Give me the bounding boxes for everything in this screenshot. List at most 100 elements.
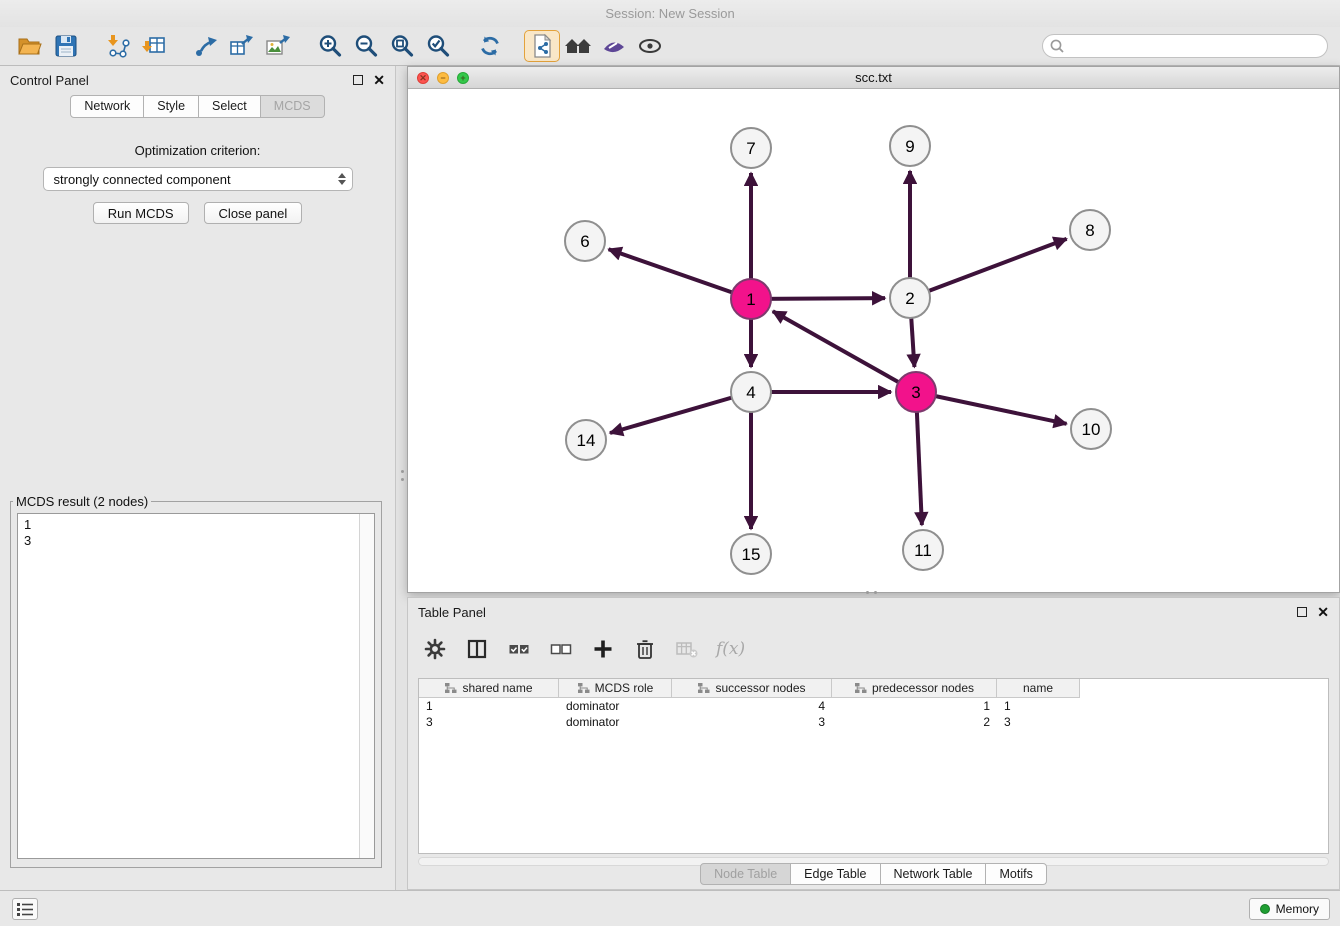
run-mcds-button[interactable]: Run MCDS xyxy=(93,202,189,224)
import-network-button[interactable] xyxy=(100,30,136,62)
apply-layout-button[interactable] xyxy=(472,30,508,62)
save-session-button[interactable] xyxy=(48,30,84,62)
column-header-name[interactable]: name xyxy=(997,679,1080,698)
graph-edge-3-10[interactable] xyxy=(916,392,1067,424)
table-panel: Table Panel ✕ xyxy=(407,597,1340,890)
delete-table-button[interactable] xyxy=(674,636,700,662)
graph-node-15[interactable]: 15 xyxy=(731,534,771,574)
graph-node-3[interactable]: 3 xyxy=(896,372,936,412)
zoom-out-button[interactable] xyxy=(348,30,384,62)
cell-successor-nodes[interactable]: 4 xyxy=(672,698,832,714)
cell-name[interactable]: 1 xyxy=(997,698,1080,714)
svg-text:14: 14 xyxy=(577,431,596,450)
style-brush-button[interactable] xyxy=(596,30,632,62)
fx-icon: f(x) xyxy=(716,639,745,659)
mcds-result-box: MCDS result (2 nodes) 1 3 xyxy=(10,494,382,868)
export-image-button[interactable] xyxy=(260,30,296,62)
save-icon xyxy=(54,34,78,58)
graph-node-2[interactable]: 2 xyxy=(890,278,930,318)
select-all-columns-button[interactable] xyxy=(506,636,532,662)
zoom-in-button[interactable] xyxy=(312,30,348,62)
tab-network-table[interactable]: Network Table xyxy=(881,863,987,885)
graph-edge-4-14[interactable] xyxy=(610,392,751,433)
import-table-button[interactable] xyxy=(136,30,172,62)
table-settings-button[interactable] xyxy=(422,636,448,662)
close-panel-icon[interactable]: ✕ xyxy=(373,75,385,85)
cell-predecessor-nodes[interactable]: 2 xyxy=(832,714,997,730)
column-header-successor-nodes[interactable]: successor nodes xyxy=(672,679,832,698)
graph-node-11[interactable]: 11 xyxy=(903,530,943,570)
open-session-button[interactable] xyxy=(12,30,48,62)
memory-button[interactable]: Memory xyxy=(1249,898,1330,920)
column-header-shared-name[interactable]: shared name xyxy=(419,679,559,698)
result-scrollbar[interactable] xyxy=(359,514,374,858)
table-row[interactable]: 3 dominator 3 2 3 xyxy=(419,714,1328,730)
graph-node-14[interactable]: 14 xyxy=(566,420,606,460)
export-network-button[interactable] xyxy=(188,30,224,62)
network-window-titlebar[interactable]: ✕ − + scc.txt xyxy=(408,67,1339,89)
graph-edge-2-8[interactable] xyxy=(910,239,1067,298)
close-window-icon[interactable]: ✕ xyxy=(417,72,429,84)
graph-node-1[interactable]: 1 xyxy=(731,279,771,319)
graph-edge-1-6[interactable] xyxy=(609,249,751,299)
graph-node-8[interactable]: 8 xyxy=(1070,210,1110,250)
zoom-selected-button[interactable] xyxy=(420,30,456,62)
float-panel-icon[interactable] xyxy=(353,75,363,85)
list-icon xyxy=(16,901,34,917)
show-columns-button[interactable] xyxy=(464,636,490,662)
tab-node-table[interactable]: Node Table xyxy=(700,863,791,885)
close-panel-button[interactable]: Close panel xyxy=(204,202,303,224)
search-input[interactable] xyxy=(1042,34,1328,58)
task-history-button[interactable] xyxy=(12,898,38,920)
cell-successor-nodes[interactable]: 3 xyxy=(672,714,832,730)
panel-splitter-vertical[interactable] xyxy=(399,458,406,492)
tab-style[interactable]: Style xyxy=(144,95,199,118)
table-panel-title: Table Panel xyxy=(418,605,486,620)
graph-node-6[interactable]: 6 xyxy=(565,221,605,261)
delete-column-button[interactable] xyxy=(632,636,658,662)
create-column-button[interactable] xyxy=(590,636,616,662)
cell-mcds-role[interactable]: dominator xyxy=(559,698,672,714)
graph-node-4[interactable]: 4 xyxy=(731,372,771,412)
function-builder-button[interactable]: f(x) xyxy=(716,636,745,662)
network-window-title: scc.txt xyxy=(855,70,892,85)
optimization-dropdown[interactable]: strongly connected component xyxy=(43,167,353,191)
deselect-all-columns-button[interactable] xyxy=(548,636,574,662)
show-details-button[interactable] xyxy=(632,30,668,62)
svg-text:2: 2 xyxy=(905,289,914,308)
export-table-button[interactable] xyxy=(224,30,260,62)
zoom-fit-button[interactable] xyxy=(384,30,420,62)
open-network-file-button[interactable] xyxy=(524,30,560,62)
tab-edge-table[interactable]: Edge Table xyxy=(791,863,880,885)
style-brush-icon xyxy=(601,34,627,58)
graph-node-10[interactable]: 10 xyxy=(1071,409,1111,449)
column-header-mcds-role[interactable]: MCDS role xyxy=(559,679,672,698)
float-table-panel-icon[interactable] xyxy=(1297,607,1307,617)
home-icon xyxy=(564,34,592,58)
panel-splitter-horizontal[interactable] xyxy=(858,589,884,596)
cell-mcds-role[interactable]: dominator xyxy=(559,714,672,730)
tab-mcds[interactable]: MCDS xyxy=(261,95,325,118)
export-image-icon xyxy=(265,34,291,58)
minimize-window-icon[interactable]: − xyxy=(437,72,449,84)
zoom-out-icon xyxy=(354,34,378,58)
cell-shared-name[interactable]: 1 xyxy=(419,698,559,714)
cell-predecessor-nodes[interactable]: 1 xyxy=(832,698,997,714)
cell-shared-name[interactable]: 3 xyxy=(419,714,559,730)
column-type-icon xyxy=(444,682,457,694)
network-canvas[interactable]: 7 9 6 8 1 2 4 3 14 10 15 11 xyxy=(408,89,1339,592)
home-button[interactable] xyxy=(560,30,596,62)
zoom-window-icon[interactable]: + xyxy=(457,72,469,84)
tab-select[interactable]: Select xyxy=(199,95,261,118)
column-header-predecessor-nodes[interactable]: predecessor nodes xyxy=(832,679,997,698)
graph-edge-3-1[interactable] xyxy=(773,311,916,392)
tab-motifs[interactable]: Motifs xyxy=(986,863,1046,885)
close-table-panel-icon[interactable]: ✕ xyxy=(1317,607,1329,617)
cell-name[interactable]: 3 xyxy=(997,714,1080,730)
table-row[interactable]: 1 dominator 4 1 1 xyxy=(419,698,1328,714)
graph-node-9[interactable]: 9 xyxy=(890,126,930,166)
tab-network[interactable]: Network xyxy=(70,95,144,118)
column-type-icon xyxy=(854,682,867,694)
refresh-icon xyxy=(478,34,502,58)
graph-node-7[interactable]: 7 xyxy=(731,128,771,168)
